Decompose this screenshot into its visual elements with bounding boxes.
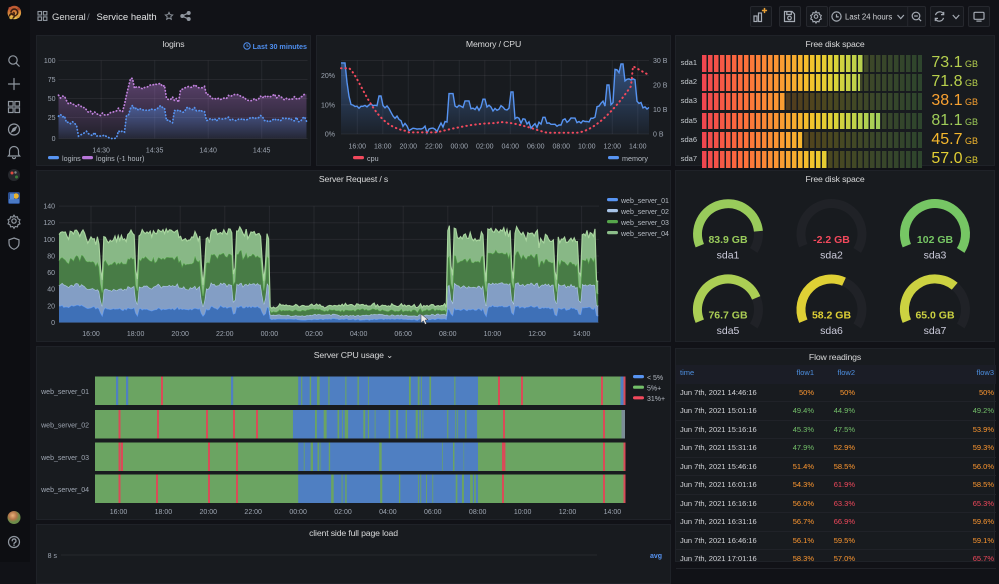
- svg-text:12:00: 12:00: [559, 509, 577, 516]
- svg-text:logins: logins: [62, 154, 81, 163]
- svg-text:cpu: cpu: [367, 154, 379, 163]
- svg-text:0: 0: [52, 136, 56, 143]
- svg-text:memory: memory: [622, 154, 648, 163]
- svg-text:18:00: 18:00: [155, 509, 173, 516]
- svg-text:40: 40: [47, 287, 55, 294]
- svg-text:02:00: 02:00: [476, 144, 494, 151]
- svg-text:08:00: 08:00: [553, 144, 571, 151]
- svg-text:22:00: 22:00: [244, 509, 262, 516]
- svg-text:16:00: 16:00: [349, 144, 367, 151]
- svg-text:08:00: 08:00: [439, 331, 457, 338]
- svg-text:0 B: 0 B: [653, 132, 664, 139]
- svg-text:General: General: [52, 12, 86, 23]
- svg-text:50: 50: [48, 96, 56, 103]
- svg-text:80: 80: [47, 254, 55, 261]
- svg-text:14:35: 14:35: [146, 148, 164, 155]
- svg-text:22:00: 22:00: [216, 331, 234, 338]
- svg-text:20 B: 20 B: [653, 83, 668, 90]
- svg-text:00:00: 00:00: [261, 331, 279, 338]
- svg-text:0%: 0%: [325, 132, 335, 139]
- svg-text:12:00: 12:00: [528, 331, 546, 338]
- svg-text:25: 25: [48, 115, 56, 122]
- svg-text:30 B: 30 B: [653, 58, 668, 65]
- svg-text:-2.2 GB: -2.2 GB: [813, 234, 850, 246]
- svg-text:120: 120: [43, 220, 55, 227]
- svg-text:83.9 GB: 83.9 GB: [708, 234, 748, 246]
- svg-text:16:00: 16:00: [82, 331, 100, 338]
- svg-text:20:00: 20:00: [400, 144, 418, 151]
- svg-text:Service health: Service health: [97, 12, 157, 23]
- svg-text:31%+: 31%+: [647, 396, 665, 403]
- svg-text:102 GB: 102 GB: [917, 234, 954, 246]
- svg-text:06:00: 06:00: [527, 144, 545, 151]
- svg-text:sda5: sda5: [717, 325, 740, 337]
- svg-text:sda6: sda6: [820, 325, 843, 337]
- svg-text:100: 100: [43, 237, 55, 244]
- svg-text:sda2: sda2: [820, 250, 843, 262]
- svg-text:web_server_03: web_server_03: [40, 455, 89, 462]
- svg-text:02:00: 02:00: [334, 509, 352, 516]
- svg-text:75: 75: [48, 77, 56, 84]
- svg-text:20:00: 20:00: [200, 509, 218, 516]
- svg-text:14:00: 14:00: [573, 331, 591, 338]
- svg-text:sda3: sda3: [924, 250, 947, 262]
- svg-text:08:00: 08:00: [469, 509, 487, 516]
- svg-text:10 B: 10 B: [653, 107, 668, 114]
- svg-text:76.7 GB: 76.7 GB: [708, 310, 748, 322]
- svg-text:/: /: [87, 12, 90, 23]
- svg-text:14:00: 14:00: [604, 509, 622, 516]
- svg-text:avg: avg: [650, 553, 662, 560]
- svg-text:18:00: 18:00: [127, 331, 145, 338]
- svg-text:20:00: 20:00: [171, 331, 189, 338]
- svg-text:sda7: sda7: [924, 325, 947, 337]
- svg-text:web_server_03: web_server_03: [620, 220, 669, 227]
- svg-text:06:00: 06:00: [424, 509, 442, 516]
- svg-text:14:40: 14:40: [199, 148, 217, 155]
- svg-text:06:00: 06:00: [394, 331, 412, 338]
- svg-text:web_server_01: web_server_01: [40, 389, 89, 396]
- svg-text:10%: 10%: [321, 102, 335, 109]
- svg-text:18:00: 18:00: [374, 144, 392, 151]
- svg-text:04:00: 04:00: [502, 144, 520, 151]
- svg-text:16:00: 16:00: [110, 509, 128, 516]
- svg-text:20: 20: [47, 303, 55, 310]
- svg-text:sda1: sda1: [717, 250, 740, 262]
- svg-text:0: 0: [51, 320, 55, 327]
- svg-text:140: 140: [43, 204, 55, 211]
- svg-text:< 5%: < 5%: [647, 375, 663, 382]
- svg-text:8 s: 8 s: [48, 553, 58, 560]
- svg-text:10:00: 10:00: [578, 144, 596, 151]
- svg-text:web_server_01: web_server_01: [620, 198, 669, 205]
- svg-text:00:00: 00:00: [289, 509, 307, 516]
- svg-text:04:00: 04:00: [379, 509, 397, 516]
- svg-text:65.0 GB: 65.0 GB: [915, 310, 955, 322]
- svg-text:04:00: 04:00: [350, 331, 368, 338]
- svg-text:14:00: 14:00: [629, 144, 647, 151]
- svg-text:14:45: 14:45: [253, 148, 271, 155]
- svg-text:20%: 20%: [321, 73, 335, 80]
- svg-text:5%+: 5%+: [647, 386, 661, 393]
- svg-text:10:00: 10:00: [484, 331, 502, 338]
- svg-text:02:00: 02:00: [305, 331, 323, 338]
- svg-text:58.2 GB: 58.2 GB: [812, 310, 852, 322]
- svg-text:web_server_02: web_server_02: [620, 209, 669, 216]
- svg-text:web_server_04: web_server_04: [620, 231, 669, 238]
- svg-text:60: 60: [47, 270, 55, 277]
- svg-text:100: 100: [44, 58, 56, 65]
- svg-text:Last 24 hours: Last 24 hours: [845, 12, 892, 21]
- svg-text:10:00: 10:00: [514, 509, 532, 516]
- svg-text:22:00: 22:00: [425, 144, 443, 151]
- svg-text:logins (-1 hour): logins (-1 hour): [96, 154, 144, 163]
- svg-text:12:00: 12:00: [604, 144, 622, 151]
- svg-text:web_server_02: web_server_02: [40, 422, 89, 429]
- svg-text:00:00: 00:00: [451, 144, 469, 151]
- svg-text:web_server_04: web_server_04: [40, 487, 89, 494]
